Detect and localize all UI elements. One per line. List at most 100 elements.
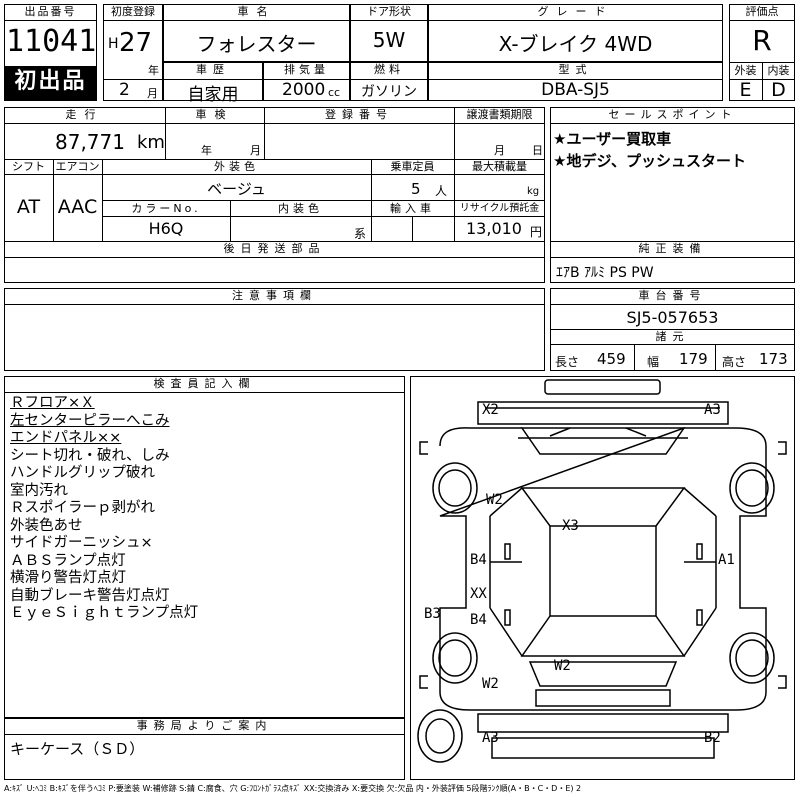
- inspector-note: 室内汚れ: [10, 482, 68, 499]
- selling-point-2: ★地デジ、プッシュスタート: [553, 152, 746, 170]
- inspector-note: 外装色あせ: [10, 517, 83, 534]
- car-name: フォレスター: [196, 32, 317, 56]
- era-letter: H: [108, 36, 119, 52]
- model-code: DBA-SJ5: [541, 80, 610, 100]
- lot-number-label: 出品番号: [24, 5, 77, 18]
- damage-label-x3: X3: [562, 518, 579, 534]
- chassis-number: SJ5-057653: [626, 308, 719, 327]
- ac-label: エアコン: [55, 160, 100, 173]
- model-label: 型式: [558, 63, 593, 76]
- damage-label-w2-front: W2: [486, 492, 503, 508]
- damage-label-b4-upper: B4: [470, 552, 487, 568]
- first-listing-badge: 初出品: [5, 66, 96, 100]
- damage-label-xx: XX: [470, 586, 487, 602]
- width-label: 幅: [647, 355, 660, 369]
- recycle-unit: 円: [530, 225, 543, 239]
- capacity-unit: 人: [435, 184, 448, 198]
- damage-label-a3-bottom: A3: [482, 730, 499, 746]
- height: 173: [759, 350, 788, 368]
- inspector-note: 左センターピラーへこみ: [10, 412, 170, 429]
- recycle-fee: 13,010: [466, 219, 522, 238]
- dimensions-label: 諸元: [655, 330, 690, 343]
- history: 自家用: [187, 85, 239, 105]
- capacity: 5: [411, 180, 421, 198]
- inspection-label: 車検: [195, 108, 234, 121]
- damage-label-b3: B3: [424, 606, 441, 622]
- mileage: 87,771: [55, 130, 125, 154]
- length: 459: [597, 350, 626, 368]
- inspector-note: ＥｙｅＳｉｇｈｔランプ点灯: [10, 605, 199, 621]
- import-label: 輸入車: [390, 202, 435, 215]
- interior-color-unit: 系: [354, 227, 367, 241]
- damage-label-a3-top: A3: [704, 402, 721, 418]
- damage-label-b4-lower: B4: [470, 612, 487, 628]
- transfer-day-unit: 日: [532, 144, 543, 157]
- history-label: 車歴: [196, 63, 230, 76]
- max-load-label: 最大積載量: [472, 160, 527, 173]
- displacement-unit: cc: [328, 86, 341, 99]
- damage-label-a1: A1: [718, 552, 735, 568]
- registration-year: 27: [119, 28, 153, 58]
- damage-label-w2-left-rear: W2: [482, 676, 499, 692]
- displacement: 2000: [282, 80, 326, 100]
- exterior-grade: E: [739, 79, 752, 101]
- shift-label: シフト: [12, 160, 45, 173]
- lot-number: 11041: [6, 24, 97, 59]
- inspector-note: Ｒフロア×Ｘ: [10, 395, 95, 411]
- width: 179: [679, 350, 708, 368]
- inspector-note: ＡＢＳランプ点灯: [10, 552, 126, 569]
- length-label: 長さ: [555, 355, 580, 369]
- caution-label: 注意事項欄: [232, 289, 317, 302]
- fuel: ガソリン: [361, 84, 417, 100]
- transfer-month-unit: 月: [494, 144, 505, 157]
- displacement-label: 排気量: [284, 63, 329, 76]
- inspector-notes: Ｒフロア×Ｘ 左センターピラーへこみ エンドパネル×× シート切れ・破れ、しみ …: [10, 395, 198, 623]
- recycle-label: リサイクル預託金: [459, 203, 540, 214]
- damage-legend: A:ｷｽﾞ U:ﾍｺﾐ B:ｷｽﾞを伴うﾍｺﾐ P:要塗装 W:補修跡 S:錆 …: [4, 784, 582, 793]
- first-registration-label: 初度登録: [111, 5, 155, 18]
- interior-grade-label: 内装: [767, 64, 790, 77]
- grade-label: グレード: [537, 5, 614, 18]
- car-diagram: X2 A3 W2 X3 B4 A1 XX B4 B3 W2 W2 A3 B2: [417, 379, 787, 763]
- inspector-note: サイドガーニッシュ×: [10, 535, 153, 551]
- fuel-label: 燃料: [374, 63, 404, 76]
- mileage-unit: km: [137, 132, 165, 153]
- transfer-deadline-label: 譲渡書類期限: [466, 108, 533, 121]
- inspection-year-unit: 年: [201, 144, 212, 157]
- inspector-note: エンドパネル××: [10, 430, 122, 446]
- later-parts-label: 後日発送部品: [223, 242, 326, 255]
- interior-color-label: 内装色: [278, 202, 323, 215]
- color-number-label: カラーNo.: [131, 202, 201, 215]
- damage-label-b2: B2: [704, 730, 721, 746]
- office-label: 事務局よりご案内: [136, 719, 273, 732]
- inspection-month-unit: 月: [250, 144, 261, 157]
- selling-points-label: セールスポイント: [608, 108, 737, 121]
- grade: X-ブレイク 4WD: [498, 32, 653, 56]
- inspector-note: 自動ブレーキ警告灯点灯: [10, 587, 170, 604]
- exterior-color: ベージュ: [207, 180, 266, 198]
- mileage-label: 走行: [65, 108, 104, 121]
- shift: AT: [16, 196, 41, 218]
- inspector-note: ハンドルグリップ破れ: [10, 465, 155, 481]
- capacity-label: 乗車定員: [390, 160, 435, 173]
- equipment-label: 純正装備: [638, 242, 707, 255]
- damage-label-w2-rear: W2: [554, 658, 571, 674]
- chassis-label: 車台番号: [638, 289, 707, 302]
- registration-number-label: 登録番号: [325, 108, 393, 121]
- height-label: 高さ: [722, 355, 747, 369]
- selling-point-1: ★ユーザー買取車: [553, 130, 672, 148]
- max-load-unit: kg: [527, 186, 540, 197]
- interior-grade: D: [771, 79, 786, 101]
- overall-score: R: [752, 24, 772, 57]
- inspector-note: 横滑り警告灯点灯: [10, 570, 126, 586]
- year-unit: 年: [148, 64, 159, 77]
- car-name-label: 車名: [237, 5, 276, 18]
- air-conditioner: AAC: [57, 196, 98, 218]
- equipment: ｴｱB ｱﾙﾐ PS PW: [556, 265, 654, 281]
- inspector-note: シート切れ・破れ、しみ: [10, 447, 170, 464]
- month-unit: 月: [147, 87, 158, 100]
- office-notice: キーケース（ＳＤ）: [10, 740, 145, 758]
- damage-label-x2: X2: [482, 402, 499, 418]
- inspector-note: Ｒスポイラーｐ剥がれ: [10, 500, 155, 516]
- registration-month: 2: [119, 80, 130, 100]
